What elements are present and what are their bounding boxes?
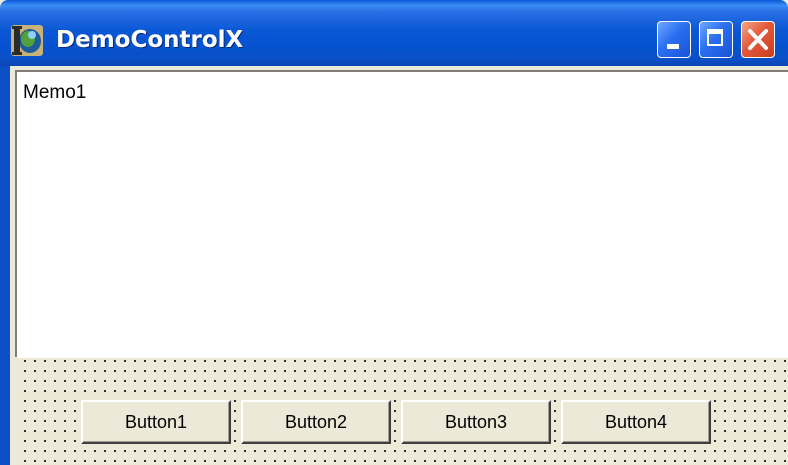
memo1-textarea[interactable]: Memo1: [15, 70, 788, 357]
button-panel: Button1 Button2 Button3 Button4: [17, 357, 788, 465]
window-left-border: [0, 66, 10, 465]
maximize-button[interactable]: [699, 21, 733, 58]
delphi-helmet-icon[interactable]: [10, 22, 44, 58]
memo-text: Memo1: [23, 82, 87, 103]
maximize-icon: [707, 29, 723, 46]
close-icon: [748, 29, 768, 50]
button1[interactable]: Button1: [81, 400, 231, 444]
button2[interactable]: Button2: [241, 400, 391, 444]
title-bar[interactable]: DemoControlX: [0, 0, 788, 66]
button3[interactable]: Button3: [401, 400, 551, 444]
minimize-button[interactable]: [657, 21, 691, 58]
button4[interactable]: Button4: [561, 400, 711, 444]
window-title: DemoControlX: [56, 27, 244, 53]
minimize-icon: [667, 44, 679, 49]
form-window: DemoControlX Memo1 Button1 Button2 Butto…: [0, 0, 788, 465]
close-button[interactable]: [741, 21, 775, 58]
